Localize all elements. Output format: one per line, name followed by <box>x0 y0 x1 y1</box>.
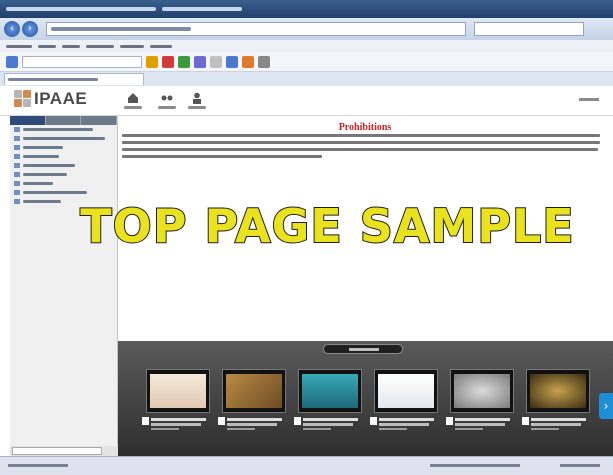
address-row: ‹ › <box>0 18 613 40</box>
folder-icon <box>14 145 20 150</box>
sidebar <box>10 116 118 446</box>
browser-search-input[interactable] <box>474 22 584 36</box>
sidebar-tab[interactable] <box>81 116 118 125</box>
thumbnail-6[interactable] <box>526 369 590 413</box>
header-right-link[interactable] <box>579 98 599 101</box>
forward-button[interactable]: › <box>22 21 38 37</box>
thumbnail-2[interactable] <box>222 369 286 413</box>
home-button[interactable] <box>124 92 142 109</box>
user-button[interactable] <box>188 92 206 109</box>
logo-icon <box>14 90 32 108</box>
toolbar-icon[interactable] <box>146 55 158 68</box>
toolbar-icon[interactable] <box>210 55 222 68</box>
sidebar-tab[interactable] <box>46 116 82 125</box>
sidebar-item-label <box>23 137 105 140</box>
user-icon <box>193 92 201 104</box>
user-label-placeholder <box>188 106 206 109</box>
recent-label-placeholder <box>349 348 379 351</box>
folder-icon <box>14 172 20 177</box>
toolbar-icon[interactable] <box>226 55 238 68</box>
share-label-placeholder <box>158 106 176 109</box>
menu-item[interactable] <box>150 44 172 48</box>
recent-items-strip: › <box>118 341 613 456</box>
sample-overlay-text: TOP PAGE SAMPLE <box>79 198 575 254</box>
browser-tab[interactable] <box>4 73 144 85</box>
sidebar-item-label <box>23 173 67 176</box>
thumbnail-3[interactable] <box>298 369 362 413</box>
sidebar-item-label <box>23 191 87 194</box>
menu-item[interactable] <box>38 44 56 48</box>
page-heading: Prohibitions <box>338 122 392 133</box>
folder-icon <box>14 163 20 168</box>
app-header: IPAAE <box>0 86 613 116</box>
toolbar-icon[interactable] <box>178 55 190 68</box>
home-icon <box>128 93 138 103</box>
thumbnail-1[interactable] <box>146 369 210 413</box>
sidebar-item[interactable] <box>10 161 117 170</box>
sidebar-tabs <box>10 116 118 125</box>
home-label-placeholder <box>124 106 142 109</box>
menu-item[interactable] <box>120 44 144 48</box>
toolbar-icon[interactable] <box>162 55 174 68</box>
back-button[interactable]: ‹ <box>4 21 20 37</box>
sidebar-item-label <box>23 182 53 185</box>
next-arrow-icon[interactable]: › <box>599 393 613 419</box>
logo[interactable]: IPAAE <box>14 89 87 109</box>
folder-icon <box>14 136 20 141</box>
thumbnail-4[interactable] <box>374 369 438 413</box>
body-text <box>122 134 602 162</box>
menu-item[interactable] <box>62 44 80 48</box>
sidebar-item-label <box>23 155 59 158</box>
sidebar-item[interactable] <box>10 170 117 179</box>
sidebar-item[interactable] <box>10 143 117 152</box>
toolbar-icon[interactable] <box>194 55 206 68</box>
menu-item[interactable] <box>86 44 114 48</box>
address-bar[interactable] <box>46 22 466 36</box>
sidebar-item[interactable] <box>10 152 117 161</box>
sidebar-item-label <box>23 200 61 203</box>
toolbar-search-input[interactable] <box>22 55 142 68</box>
folder-icon <box>14 127 20 132</box>
folder-icon <box>14 199 20 204</box>
sidebar-item[interactable] <box>10 125 117 134</box>
sidebar-item[interactable] <box>10 179 117 188</box>
tab-row <box>0 72 613 86</box>
toolbar-icon[interactable] <box>258 55 270 68</box>
window-title-placeholder <box>6 7 156 11</box>
toolbar-logo-icon <box>6 55 18 68</box>
sidebar-item[interactable] <box>10 188 117 197</box>
thumbnail-5[interactable] <box>450 369 514 413</box>
url-placeholder <box>51 27 191 31</box>
folder-icon <box>14 190 20 195</box>
share-icon <box>161 95 173 101</box>
recent-items-label <box>323 344 403 354</box>
sidebar-tab[interactable] <box>10 116 46 125</box>
search-toolbar <box>0 52 613 72</box>
sidebar-item-label <box>23 128 93 131</box>
folder-icon <box>14 181 20 186</box>
browser-titlebar <box>0 0 613 18</box>
status-bar <box>0 456 613 475</box>
logo-text: IPAAE <box>34 89 88 108</box>
toolbar-icon[interactable] <box>242 55 254 68</box>
tab-title-placeholder <box>8 78 98 81</box>
sidebar-search-input[interactable] <box>12 447 102 455</box>
sidebar-search-area <box>10 446 118 456</box>
menu-bar <box>0 40 613 52</box>
sidebar-item[interactable] <box>10 134 117 143</box>
sidebar-item-label <box>23 146 63 149</box>
sidebar-item-label <box>23 164 75 167</box>
window-title-placeholder-2 <box>162 7 242 11</box>
menu-item[interactable] <box>6 44 32 48</box>
share-button[interactable] <box>158 92 176 109</box>
folder-icon <box>14 154 20 159</box>
